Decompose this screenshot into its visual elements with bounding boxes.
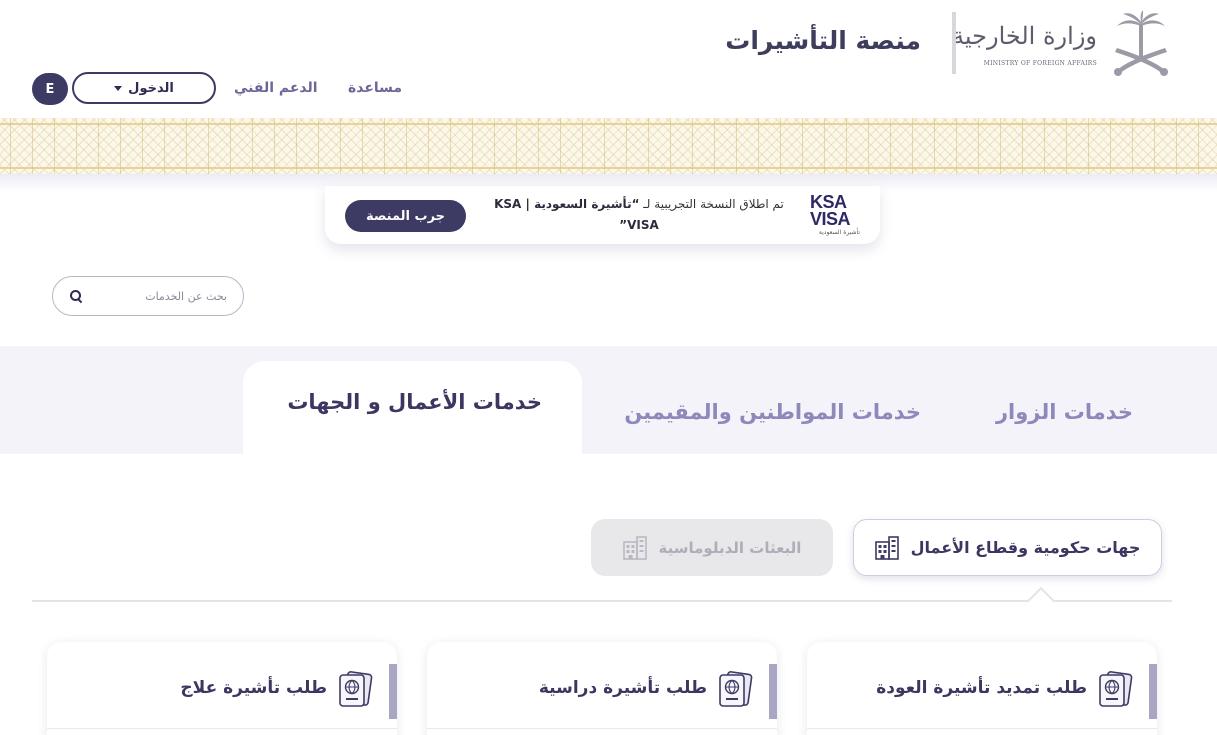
passport-icon	[719, 671, 753, 707]
announcement-banner: KSA VISA تأشيرة السعودية تم اطلاق النسخة…	[325, 186, 880, 244]
login-dropdown-button[interactable]: الدخول	[72, 72, 216, 104]
tab-business[interactable]: خدمات الأعمال و الجهات	[287, 390, 542, 414]
card-title: طلب تمديد تأشيرة العودة	[876, 678, 1087, 698]
ksa-logo-line2: VISA	[810, 209, 851, 229]
subtab-government[interactable]: جهات حكومية وقطاع الأعمال	[853, 519, 1162, 576]
ministry-logo[interactable]: وزارة الخارجية MINISTRY OF FOREIGN AFFAI…	[952, 8, 1173, 80]
active-subtab-pointer	[1026, 586, 1056, 616]
card-accent-bar	[389, 664, 397, 719]
building-icon	[874, 535, 899, 560]
header-divider	[952, 12, 956, 74]
search-box	[52, 276, 244, 316]
announcement-text: تم اطلاق النسخة التجريبية لـ “تأشيرة الس…	[484, 194, 794, 236]
chevron-down-icon	[114, 85, 123, 91]
tab-visitors[interactable]: خدمات الزوار	[996, 400, 1133, 424]
site-title[interactable]: منصة التأشيرات	[725, 26, 921, 55]
card-title: طلب تأشيرة دراسية	[538, 678, 707, 698]
nav-support-link[interactable]: الدعم الفني	[234, 80, 318, 96]
announcement-highlight: “تأشيرة السعودية | KSA VISA”	[494, 197, 659, 232]
tab-citizens[interactable]: خدمات المواطنين والمقيمين	[624, 400, 921, 424]
try-platform-button[interactable]: جرب المنصة	[345, 200, 466, 232]
card-title: طلب تأشيرة علاج	[180, 678, 327, 698]
service-card-extend-reentry[interactable]: طلب تمديد تأشيرة العودة	[807, 642, 1157, 735]
card-divider	[807, 728, 1157, 729]
building-icon	[622, 535, 647, 560]
subtab-government-label: جهات حكومية وقطاع الأعمال	[910, 538, 1141, 557]
subtab-diplomatic-label: البعثات الدبلوماسية	[658, 538, 802, 557]
language-toggle-button[interactable]: E	[32, 73, 68, 105]
search-icon[interactable]	[69, 289, 81, 303]
subtab-divider	[32, 600, 1172, 602]
card-divider	[47, 728, 397, 729]
ministry-name-en: MINISTRY OF FOREIGN AFFAIRS	[983, 60, 1097, 67]
passport-icon	[339, 671, 373, 707]
decorative-pattern-band	[0, 118, 1217, 174]
card-divider	[427, 728, 777, 729]
ksa-logo-subtitle: تأشيرة السعودية	[818, 229, 860, 236]
announcement-prefix: تم اطلاق النسخة التجريبية لـ	[639, 197, 784, 211]
subtab-diplomatic[interactable]: البعثات الدبلوماسية	[591, 519, 833, 576]
service-card-study-visa[interactable]: طلب تأشيرة دراسية	[427, 642, 777, 735]
nav-help-link[interactable]: مساعدة	[348, 80, 402, 96]
card-accent-bar	[1149, 664, 1157, 719]
passport-icon	[1099, 671, 1133, 707]
ksa-visa-logo: KSA VISA تأشيرة السعودية	[810, 193, 860, 240]
login-label: الدخول	[128, 80, 174, 96]
search-input[interactable]	[87, 289, 227, 303]
ministry-name-ar: وزارة الخارجية	[952, 22, 1097, 50]
card-accent-bar	[769, 664, 777, 719]
service-card-treatment-visa[interactable]: طلب تأشيرة علاج	[47, 642, 397, 735]
